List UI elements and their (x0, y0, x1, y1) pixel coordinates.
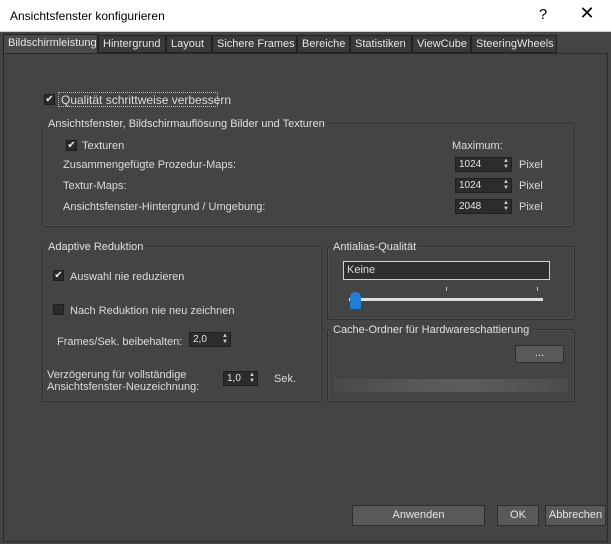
cancel-button[interactable]: Abbrechen (545, 505, 606, 526)
spinner-arrows-icon[interactable]: ▲ ▼ (503, 158, 509, 170)
background-spinner[interactable]: 2048 ▲ ▼ (455, 199, 512, 214)
tab-statistiken[interactable]: Statistiken (350, 35, 412, 53)
spinner-arrows-icon[interactable]: ▲ ▼ (503, 200, 509, 212)
close-icon[interactable]: ✕ (575, 3, 599, 24)
resolution-group-title: Ansichtsfenster, Bildschirmauflösung Bil… (46, 118, 327, 130)
never-reduce-selection-label: Auswahl nie reduzieren (70, 271, 185, 283)
texture-maps-unit: Pixel (519, 180, 543, 192)
delay-label-line1: Verzögerung für vollständige (47, 369, 187, 381)
spinner-arrows-icon[interactable]: ▲ ▼ (503, 179, 509, 191)
tab-viewcube[interactable]: ViewCube (412, 35, 471, 53)
antialias-value-display: Keine (343, 261, 550, 280)
delay-unit: Sek. (274, 373, 297, 385)
procedural-maps-spinner[interactable]: 1024 ▲ ▼ (455, 157, 512, 172)
textures-checkbox[interactable]: ✔ (66, 140, 77, 151)
delay-label-line2: Ansichtsfenster-Neuzeichnung: (47, 381, 200, 393)
tab-hintergrund[interactable]: Hintergrund (98, 35, 166, 53)
tab-steeringwheels[interactable]: SteeringWheels (471, 35, 557, 53)
delay-value: 1,0 (227, 373, 241, 384)
background-unit: Pixel (519, 201, 543, 213)
browse-button[interactable]: ... (515, 345, 564, 363)
antialias-slider-thumb[interactable] (350, 292, 361, 309)
delay-spinner[interactable]: 1,0 ▲ ▼ (223, 371, 258, 386)
background-value: 2048 (459, 201, 482, 212)
spinner-arrows-icon[interactable]: ▲ ▼ (249, 372, 255, 384)
tab-sichere-frames[interactable]: Sichere Frames (212, 35, 297, 53)
texture-maps-value: 1024 (459, 180, 482, 191)
antialias-value: Keine (347, 264, 376, 276)
title-bar: Ansichtsfenster konfigurieren ? ✕ (0, 0, 611, 32)
procedural-maps-value: 1024 (459, 159, 482, 170)
spinner-arrows-icon[interactable]: ▲ ▼ (222, 333, 228, 345)
procedural-maps-unit: Pixel (519, 159, 543, 171)
never-reduce-selection-checkbox[interactable]: ✔ (53, 270, 64, 281)
tab-bildschirmleistung[interactable]: Bildschirmleistung (3, 34, 98, 54)
procedural-maps-label: Zusammengefügte Prozedur-Maps: (63, 159, 237, 171)
background-label: Ansichtsfenster-Hintergrund / Umgebung: (63, 201, 266, 213)
progressive-quality-label: Qualität schrittweise verbessern (61, 93, 232, 107)
ok-button[interactable]: OK (497, 505, 539, 526)
tab-bereiche[interactable]: Bereiche (297, 35, 350, 53)
slider-tick (446, 287, 447, 291)
cache-group-title: Cache-Ordner für Hardwareschattierung (331, 324, 532, 336)
window-title: Ansichtsfenster konfigurieren (10, 9, 165, 23)
progressive-quality-checkbox[interactable]: ✔ (44, 94, 55, 105)
antialias-group (327, 246, 575, 320)
tab-layout[interactable]: Layout (166, 35, 212, 53)
texture-maps-label: Textur-Maps: (63, 180, 127, 192)
antialias-group-title: Antialias-Qualität (331, 241, 419, 253)
cache-path-field (334, 379, 568, 392)
adaptive-group-title: Adaptive Reduktion (46, 241, 146, 253)
fps-value: 2,0 (193, 334, 207, 345)
help-button[interactable]: ? (533, 6, 553, 23)
maximum-label: Maximum: (452, 140, 503, 152)
apply-button[interactable]: Anwenden (352, 505, 485, 526)
never-redraw-checkbox[interactable] (53, 304, 64, 315)
fps-label: Frames/Sek. beibehalten: (57, 336, 183, 348)
textures-label: Texturen (82, 140, 125, 152)
never-redraw-label: Nach Reduktion nie neu zeichnen (70, 305, 235, 317)
antialias-slider-track[interactable] (349, 298, 543, 301)
fps-spinner[interactable]: 2,0 ▲ ▼ (189, 332, 231, 347)
slider-tick (537, 287, 538, 291)
texture-maps-spinner[interactable]: 1024 ▲ ▼ (455, 178, 512, 193)
